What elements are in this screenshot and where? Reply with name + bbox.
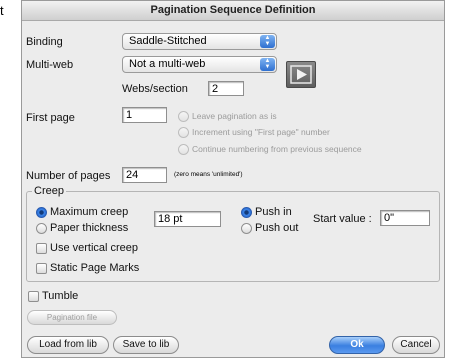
save-to-lib-button[interactable]: Save to lib (113, 336, 179, 354)
num-pages-label: Number of pages (26, 170, 111, 182)
max-creep-radio[interactable] (36, 207, 47, 218)
window-title: Pagination Sequence Definition (150, 4, 316, 16)
leave-pagination-radio[interactable] (178, 111, 189, 122)
leave-pagination-label: Leave pagination as is (192, 111, 277, 121)
popup-arrows-icon: ▲ ▼ (260, 58, 275, 71)
num-pages-hint: (zero means 'unlimited') (174, 171, 243, 178)
title-bar: Pagination Sequence Definition (22, 1, 444, 21)
popup-arrows-icon: ▲ ▼ (260, 35, 275, 48)
paper-thickness-radio[interactable] (36, 223, 47, 234)
play-icon (290, 65, 312, 84)
binding-label: Binding (26, 36, 63, 48)
creep-value-field[interactable]: 18 pt (154, 211, 221, 227)
first-page-label: First page (26, 112, 75, 124)
multiweb-label: Multi-web (26, 59, 74, 71)
continue-numbering-radio[interactable] (178, 144, 189, 155)
binding-value: Saddle-Stitched (129, 35, 207, 47)
start-value-field[interactable]: 0" (380, 210, 430, 226)
binding-popup[interactable]: Saddle-Stitched ▲ ▼ (122, 33, 277, 50)
paper-thickness-label: Paper thickness (50, 222, 129, 234)
preview-play-button[interactable] (286, 61, 316, 88)
vertical-creep-checkbox[interactable] (36, 243, 47, 254)
webs-section-label: Webs/section (122, 83, 188, 95)
continue-numbering-label: Continue numbering from previous sequenc… (192, 144, 362, 154)
start-value-label: Start value : (313, 213, 372, 225)
max-creep-label: Maximum creep (50, 206, 129, 218)
pagination-file-button[interactable]: Pagination file (27, 310, 117, 325)
load-from-lib-button[interactable]: Load from lib (27, 336, 109, 354)
pagination-dialog: Pagination Sequence Definition Binding S… (21, 0, 445, 358)
push-in-label: Push in (255, 206, 292, 218)
tumble-checkbox[interactable] (28, 291, 39, 302)
increment-label: Increment using "First page" number (192, 127, 330, 137)
stray-text: t (0, 3, 4, 18)
cancel-button[interactable]: Cancel (392, 336, 440, 354)
first-page-field[interactable]: 1 (122, 107, 167, 123)
push-in-radio[interactable] (241, 207, 252, 218)
webs-section-field[interactable]: 2 (208, 81, 244, 96)
tumble-label: Tumble (42, 290, 79, 302)
creep-legend: Creep (32, 185, 66, 197)
static-marks-label: Static Page Marks (50, 262, 140, 274)
multiweb-popup[interactable]: Not a multi-web ▲ ▼ (122, 56, 277, 73)
increment-radio[interactable] (178, 127, 189, 138)
multiweb-value: Not a multi-web (129, 58, 206, 70)
ok-button[interactable]: Ok (329, 336, 385, 354)
push-out-label: Push out (255, 222, 299, 234)
vertical-creep-label: Use vertical creep (50, 242, 139, 254)
static-marks-checkbox[interactable] (36, 263, 47, 274)
num-pages-field[interactable]: 24 (122, 167, 167, 183)
push-out-radio[interactable] (241, 223, 252, 234)
